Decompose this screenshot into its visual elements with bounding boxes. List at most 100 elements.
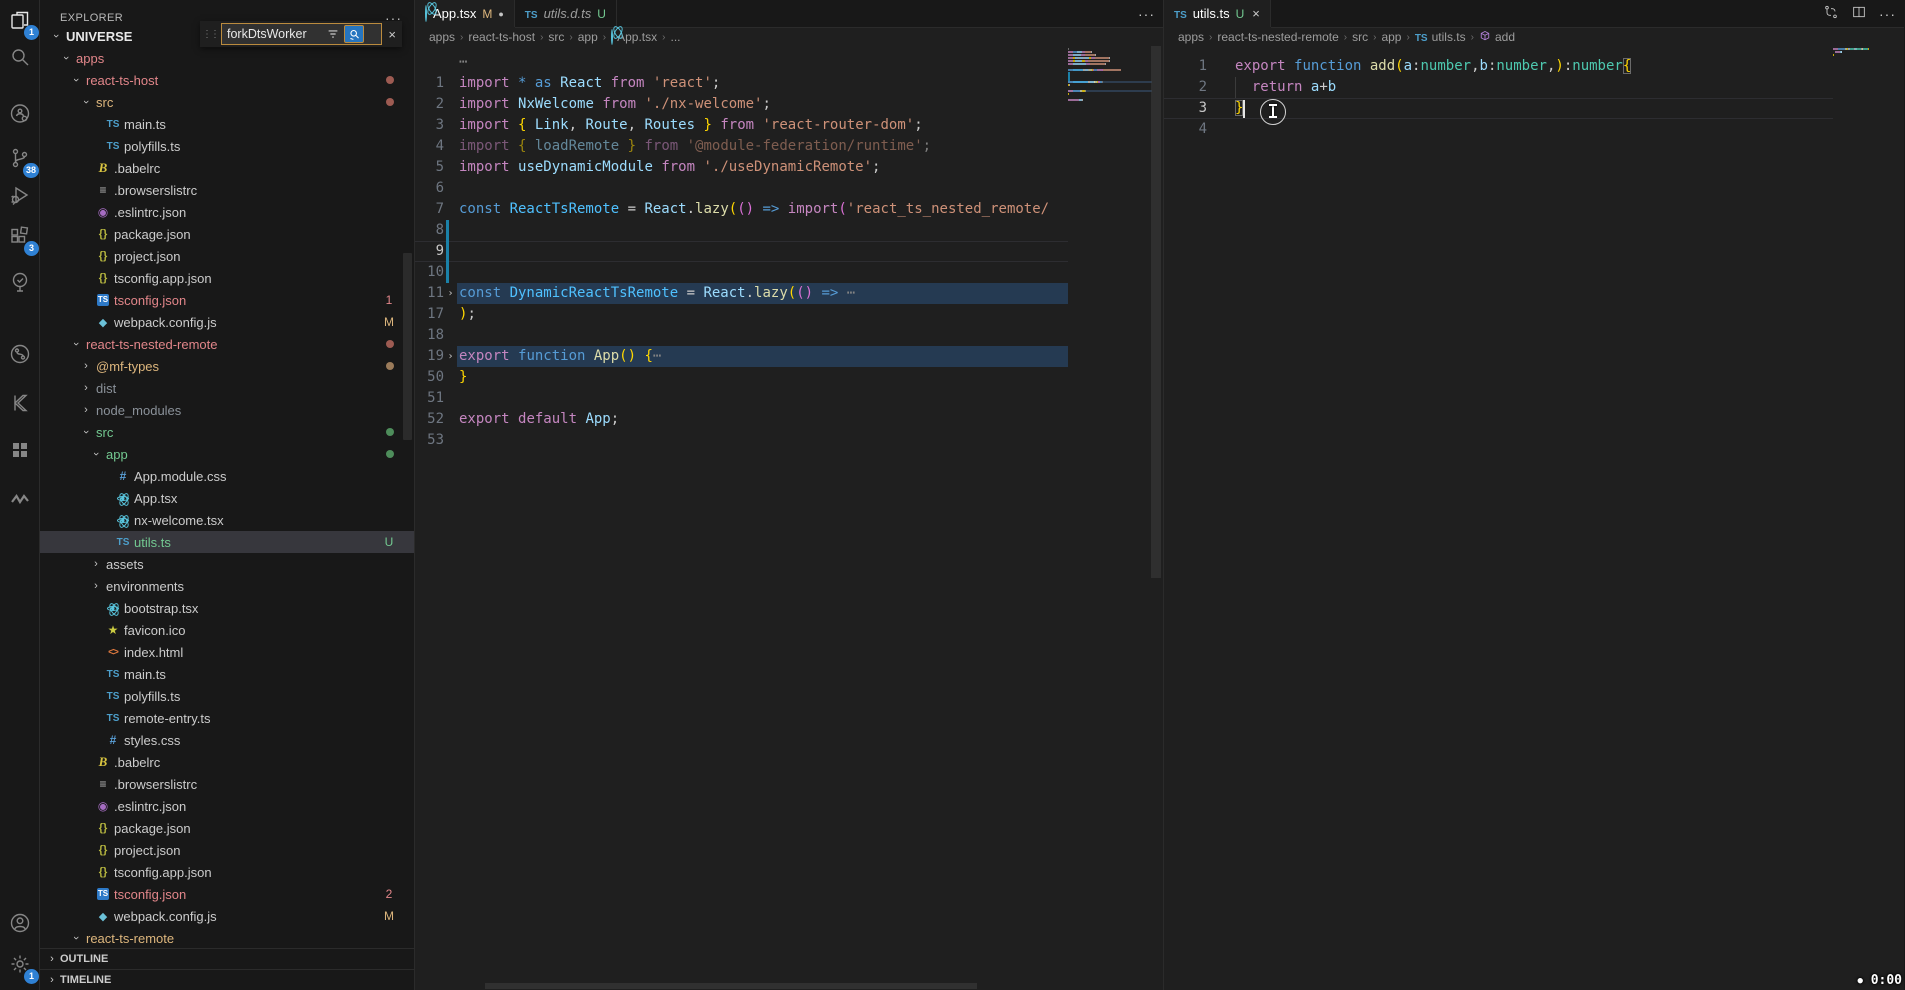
close-tab-icon[interactable]: × (1252, 6, 1260, 21)
tree-item-tsconfig.app.json[interactable]: {}tsconfig.app.json (40, 861, 414, 883)
split-editor-icon[interactable] (1851, 4, 1867, 25)
breadcrumb-item[interactable]: react-ts-nested-remote (1217, 30, 1338, 44)
tree-item-react-ts-nested-remote[interactable]: ›react-ts-nested-remote (40, 333, 414, 355)
tree-item-project.json[interactable]: {}project.json (40, 839, 414, 861)
tree-item-polyfills.ts[interactable]: TSpolyfills.ts (40, 135, 414, 157)
code-line-9[interactable]: 9 (415, 241, 1068, 262)
tree-item-bootstrap.tsx[interactable]: bootstrap.tsx (40, 597, 414, 619)
tree-item-utils.ts[interactable]: TSutils.tsU (40, 531, 414, 553)
tree-item-polyfills.ts[interactable]: TSpolyfills.ts (40, 685, 414, 707)
breadcrumb-item[interactable]: src (548, 30, 564, 44)
activity-item-ext-k-logo[interactable] (4, 389, 36, 421)
activity-item-explorer[interactable]: 1 (4, 6, 36, 38)
code-line-19[interactable]: 19›export function App() {⋯ (415, 346, 1068, 367)
tree-item-main.ts[interactable]: TSmain.ts (40, 663, 414, 685)
activity-item-testing[interactable] (4, 268, 36, 300)
tree-item-nx-welcome.tsx[interactable]: nx-welcome.tsx (40, 509, 414, 531)
activity-item-extensions[interactable]: 3 (4, 222, 36, 254)
tree-item-node-modules[interactable]: ›node_modules (40, 399, 414, 421)
tree-item-webpack.config.js[interactable]: ◆webpack.config.jsM (40, 311, 414, 333)
tree-find-input[interactable] (227, 27, 323, 41)
activity-item-source-control[interactable]: 38 (4, 144, 36, 176)
tree-item-tsconfig.json[interactable]: TStsconfig.json2 (40, 883, 414, 905)
tree-item-index.html[interactable]: <>index.html (40, 641, 414, 663)
tree-item-remote-entry.ts[interactable]: TSremote-entry.ts (40, 707, 414, 729)
code-line-5[interactable]: 5import useDynamicModule from './useDyna… (415, 157, 1068, 178)
panel-outline[interactable]: ›OUTLINE (40, 948, 414, 969)
code-line-4[interactable]: 4import { loadRemote } from '@module-fed… (415, 136, 1068, 157)
code-line-7[interactable]: 7const ReactTsRemote = React.lazy(() => … (415, 199, 1068, 220)
code-editor-left[interactable]: ⋯1import * as React from 'react';2import… (415, 46, 1163, 990)
breadcrumb-item[interactable]: App.tsx (611, 30, 657, 44)
tree-item-.eslintrc.json[interactable]: ◉.eslintrc.json (40, 201, 414, 223)
code-line-52[interactable]: 52export default App; (415, 409, 1068, 430)
tree-item-.eslintrc.json[interactable]: ◉.eslintrc.json (40, 795, 414, 817)
more-actions-icon[interactable]: ··· (1879, 6, 1896, 22)
tree-item-apps[interactable]: ›apps (40, 47, 414, 69)
tab-app.tsx[interactable]: App.tsxM● (415, 0, 515, 27)
breadcrumb-item[interactable]: apps (429, 30, 455, 44)
tree-item-react-ts-remote[interactable]: ›react-ts-remote (40, 927, 414, 948)
tree-item-src[interactable]: ›src (40, 91, 414, 113)
panel-timeline[interactable]: ›TIMELINE (40, 969, 414, 990)
tree-item-react-ts-host[interactable]: ›react-ts-host (40, 69, 414, 91)
code-line-53[interactable]: 53 (415, 430, 1068, 451)
tree-item-package.json[interactable]: {}package.json (40, 223, 414, 245)
tree-item-dist[interactable]: ›dist (40, 377, 414, 399)
tree-item-webpack.config.js[interactable]: ◆webpack.config.jsM (40, 905, 414, 927)
breadcrumb-item[interactable]: ... (671, 30, 681, 44)
fold-chevron-icon[interactable]: › (444, 283, 457, 304)
code-line-2[interactable]: 2 return a+b (1164, 77, 1833, 98)
editor-vertical-scrollbar[interactable] (1151, 46, 1161, 578)
code-line-18[interactable]: 18 (415, 325, 1068, 346)
explorer-scrollbar[interactable] (403, 253, 412, 440)
code-line-6[interactable]: 6 (415, 178, 1068, 199)
activity-item-search[interactable] (4, 43, 36, 75)
code-line-8[interactable]: 8 (415, 220, 1068, 241)
activity-item-ext-grid[interactable] (4, 436, 36, 468)
editor-horizontal-scrollbar[interactable] (485, 983, 977, 989)
tree-item-@mf-types[interactable]: ›@mf-types (40, 355, 414, 377)
tree-item-favicon.ico[interactable]: ★favicon.ico (40, 619, 414, 641)
activity-item-remote[interactable] (4, 100, 36, 132)
dirty-dot-icon[interactable]: ● (498, 9, 503, 19)
breadcrumb-item[interactable]: react-ts-host (468, 30, 535, 44)
code-line-1[interactable]: 1export function add(a:number,b:number,)… (1164, 56, 1833, 77)
tree-item-.browserslistrc[interactable]: ≡.browserslistrc (40, 773, 414, 795)
code-line-1[interactable]: 1import * as React from 'react'; (415, 73, 1068, 94)
activity-item-ext-circle-branch[interactable] (4, 340, 36, 372)
code-line-3[interactable]: 3import { Link, Route, Routes } from 're… (415, 115, 1068, 136)
breadcrumb-item[interactable]: add (1479, 30, 1515, 45)
breadcrumb-item[interactable]: app (578, 30, 598, 44)
tree-item-tsconfig.json[interactable]: TStsconfig.json1 (40, 289, 414, 311)
tree-item-environments[interactable]: ›environments (40, 575, 414, 597)
tree-item-main.ts[interactable]: TSmain.ts (40, 113, 414, 135)
tree-item-app.tsx[interactable]: App.tsx (40, 487, 414, 509)
activity-item-settings[interactable]: 1 (4, 950, 36, 982)
code-line-fold-hint[interactable]: ⋯ (415, 52, 1068, 73)
tree-item-package.json[interactable]: {}package.json (40, 817, 414, 839)
tree-item-app[interactable]: ›app (40, 443, 414, 465)
code-editor-right[interactable]: 1export function add(a:number,b:number,)… (1164, 46, 1904, 990)
compare-changes-icon[interactable] (1823, 4, 1839, 25)
fuzzy-search-icon[interactable] (344, 25, 364, 43)
tree-item-app.module.css[interactable]: #App.module.css (40, 465, 414, 487)
tree-item-styles.css[interactable]: #styles.css (40, 729, 414, 751)
minimap-right[interactable] (1833, 48, 1903, 60)
breadcrumb-item[interactable]: TSutils.ts (1415, 30, 1466, 44)
code-line-3[interactable]: 3} (1164, 98, 1833, 119)
more-actions-icon[interactable]: ··· (1138, 6, 1155, 22)
tree-item-src[interactable]: ›src (40, 421, 414, 443)
code-line-10[interactable]: 10 (415, 262, 1068, 283)
code-line-51[interactable]: 51 (415, 388, 1068, 409)
code-line-17[interactable]: 17); (415, 304, 1068, 325)
activity-item-ext-wave[interactable] (4, 485, 36, 517)
minimap-left[interactable] (1068, 48, 1152, 105)
activity-item-run-debug[interactable] (4, 181, 36, 213)
tree-item-.browserslistrc[interactable]: ≡.browserslistrc (40, 179, 414, 201)
tab-utils.ts[interactable]: TSutils.tsU× (1164, 0, 1271, 27)
fold-chevron-icon[interactable]: › (444, 346, 457, 367)
code-line-11[interactable]: 11›const DynamicReactTsRemote = React.la… (415, 283, 1068, 304)
filter-icon[interactable] (323, 25, 343, 43)
activity-item-account[interactable] (4, 909, 36, 941)
